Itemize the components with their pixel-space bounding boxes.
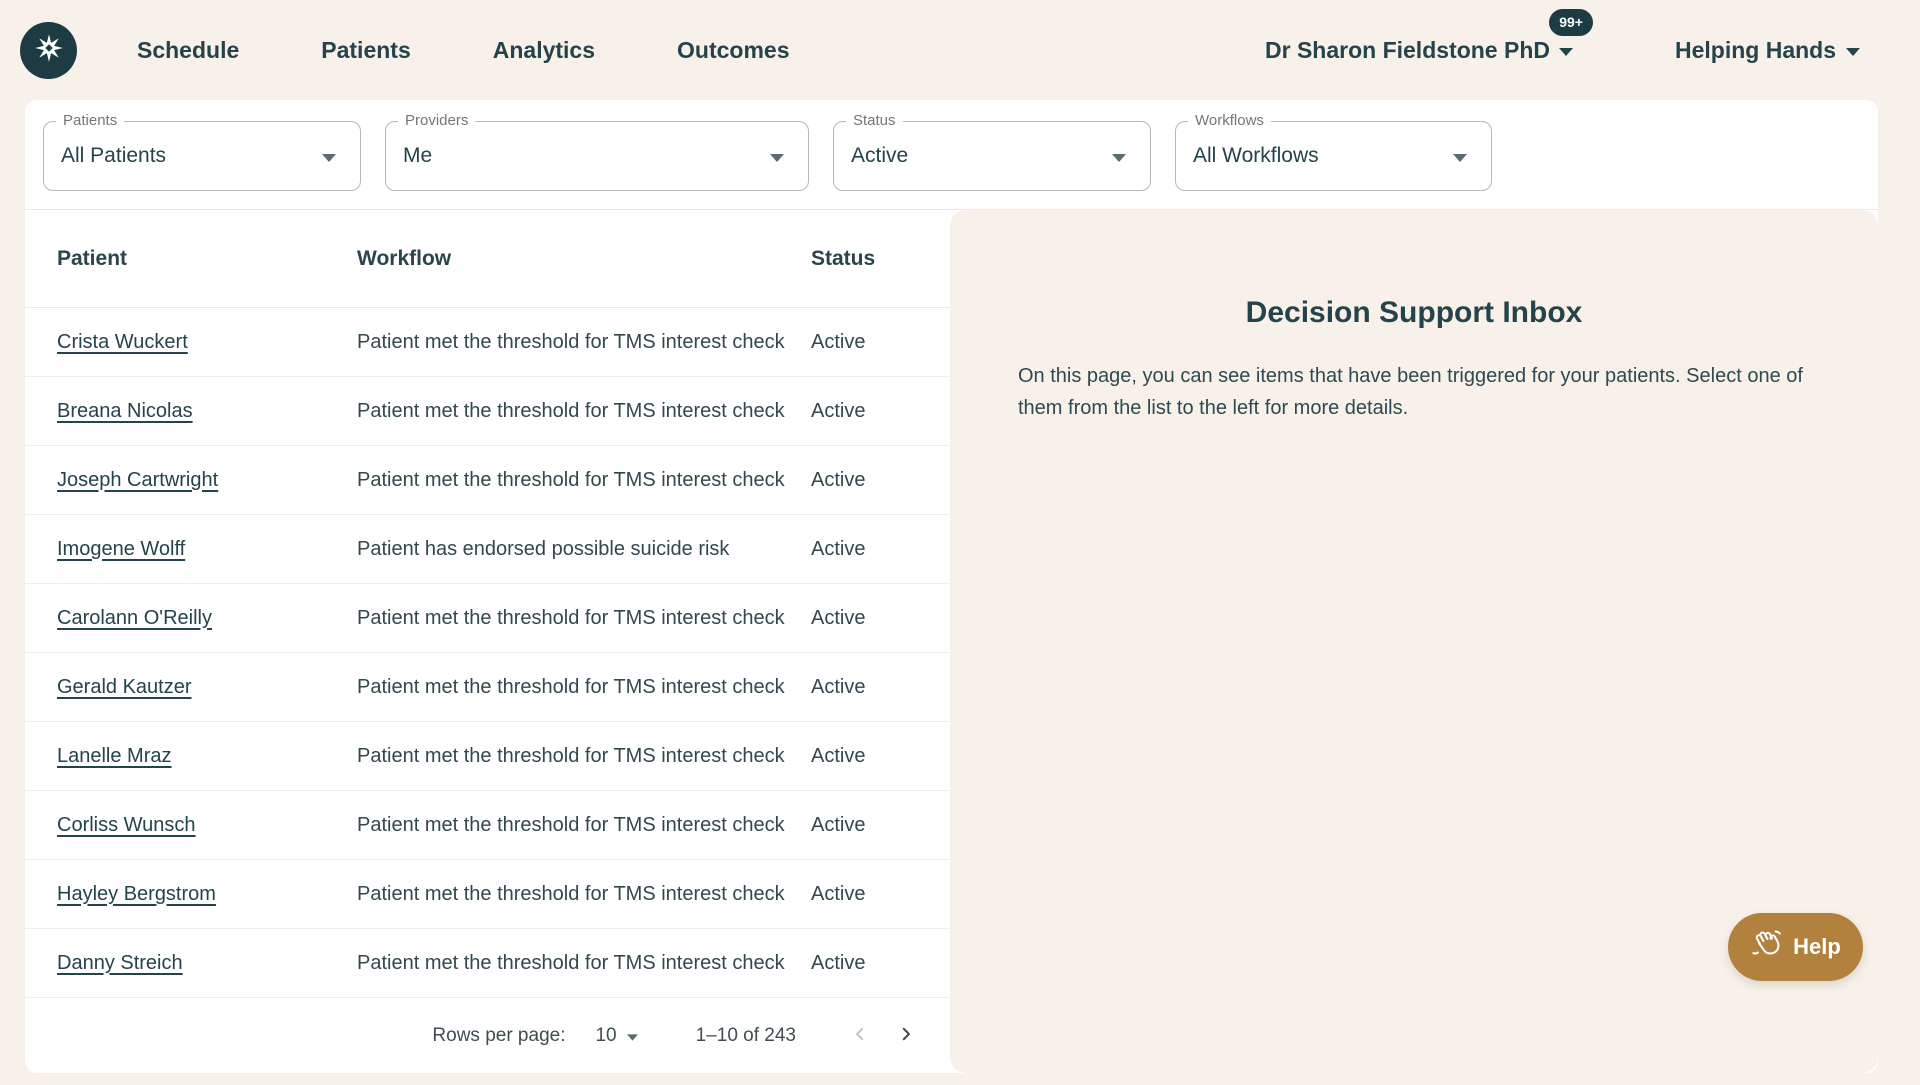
patient-link[interactable]: Lanelle Mraz <box>57 745 172 768</box>
workflows-filter-select[interactable]: Workflows All Workflows <box>1175 121 1492 191</box>
table-row[interactable]: Crista Wuckert Patient met the threshold… <box>25 308 950 377</box>
panel-description: On this page, you can see items that hav… <box>1018 360 1810 425</box>
patient-link[interactable]: Corliss Wunsch <box>57 814 196 837</box>
workflow-cell: Patient met the threshold for TMS intere… <box>357 745 811 768</box>
status-cell: Active <box>811 331 934 354</box>
app-logo[interactable] <box>20 22 77 79</box>
rows-per-page-label: Rows per page: <box>432 1025 565 1047</box>
providers-filter-value: Me <box>403 144 432 168</box>
workflows-filter-label: Workflows <box>1188 112 1271 129</box>
user-menu[interactable]: Dr Sharon Fieldstone PhD 99+ <box>1265 37 1573 64</box>
dropdown-arrow-icon <box>322 144 336 168</box>
nav-links: Schedule Patients Analytics Outcomes <box>137 37 790 64</box>
pagination-bar: Rows per page: 10 1–10 of 243 <box>25 998 950 1073</box>
table-row[interactable]: Imogene Wolff Patient has endorsed possi… <box>25 515 950 584</box>
status-filter-value: Active <box>851 144 908 168</box>
status-filter-select[interactable]: Status Active <box>833 121 1151 191</box>
table-row[interactable]: Danny Streich Patient met the threshold … <box>25 929 950 998</box>
rows-per-page-value: 10 <box>595 1025 616 1047</box>
rows-per-page-select[interactable]: 10 <box>595 1025 637 1047</box>
workflow-cell: Patient met the threshold for TMS intere… <box>357 952 811 975</box>
chevron-right-icon <box>897 1025 915 1046</box>
table-row[interactable]: Gerald Kautzer Patient met the threshold… <box>25 653 950 722</box>
workflow-cell: Patient met the threshold for TMS intere… <box>357 883 811 906</box>
patients-filter-value: All Patients <box>61 144 166 168</box>
pagination-range: 1–10 of 243 <box>696 1025 796 1047</box>
dropdown-arrow-icon <box>1112 144 1126 168</box>
waving-hand-icon <box>1750 928 1782 966</box>
dropdown-arrow-icon <box>1453 144 1467 168</box>
column-header-status: Status <box>811 247 934 271</box>
table-row[interactable]: Carolann O'Reilly Patient met the thresh… <box>25 584 950 653</box>
patient-link[interactable]: Joseph Cartwright <box>57 469 218 492</box>
previous-page-button[interactable] <box>842 1018 878 1054</box>
patient-link[interactable]: Carolann O'Reilly <box>57 607 212 630</box>
chevron-left-icon <box>851 1025 869 1046</box>
status-cell: Active <box>811 538 934 561</box>
patient-link[interactable]: Imogene Wolff <box>57 538 185 561</box>
help-button-label: Help <box>1793 934 1841 960</box>
top-nav: Schedule Patients Analytics Outcomes Dr … <box>0 0 1920 100</box>
nav-item-outcomes[interactable]: Outcomes <box>677 37 789 64</box>
patient-link[interactable]: Danny Streich <box>57 952 183 975</box>
help-button[interactable]: Help <box>1728 913 1863 981</box>
workflows-filter-value: All Workflows <box>1193 144 1319 168</box>
org-name: Helping Hands <box>1675 37 1836 64</box>
workflow-cell: Patient met the threshold for TMS intere… <box>357 331 811 354</box>
starburst-icon <box>32 31 66 70</box>
status-cell: Active <box>811 745 934 768</box>
table-header-row: Patient Workflow Status <box>25 210 950 308</box>
user-name: Dr Sharon Fieldstone PhD <box>1265 37 1550 64</box>
providers-filter-label: Providers <box>398 112 475 129</box>
patient-link[interactable]: Hayley Bergstrom <box>57 883 216 906</box>
next-page-button[interactable] <box>888 1018 924 1054</box>
column-header-patient: Patient <box>57 247 357 271</box>
nav-item-patients[interactable]: Patients <box>321 37 410 64</box>
nav-item-analytics[interactable]: Analytics <box>493 37 595 64</box>
providers-filter-select[interactable]: Providers Me <box>385 121 809 191</box>
table-body: Crista Wuckert Patient met the threshold… <box>25 308 950 998</box>
org-menu[interactable]: Helping Hands <box>1675 37 1860 64</box>
inbox-table: Patient Workflow Status Crista Wuckert P… <box>25 210 950 1073</box>
workflow-cell: Patient has endorsed possible suicide ri… <box>357 538 811 561</box>
filter-bar: Patients All Patients Providers Me Statu… <box>25 100 1878 210</box>
patients-filter-label: Patients <box>56 112 124 129</box>
workflow-cell: Patient met the threshold for TMS intere… <box>357 676 811 699</box>
status-filter-label: Status <box>846 112 903 129</box>
notification-badge: 99+ <box>1549 9 1593 36</box>
patient-link[interactable]: Gerald Kautzer <box>57 676 192 699</box>
workflow-cell: Patient met the threshold for TMS intere… <box>357 400 811 423</box>
status-cell: Active <box>811 607 934 630</box>
patient-link[interactable]: Crista Wuckert <box>57 331 188 354</box>
column-header-workflow: Workflow <box>357 247 811 271</box>
workflow-cell: Patient met the threshold for TMS intere… <box>357 607 811 630</box>
patients-filter-select[interactable]: Patients All Patients <box>43 121 361 191</box>
dropdown-arrow-icon <box>770 144 784 168</box>
status-cell: Active <box>811 400 934 423</box>
status-cell: Active <box>811 814 934 837</box>
content-card: Patients All Patients Providers Me Statu… <box>25 100 1878 1073</box>
status-cell: Active <box>811 883 934 906</box>
dropdown-arrow-icon <box>627 1025 638 1047</box>
nav-right: Dr Sharon Fieldstone PhD 99+ Helping Han… <box>1265 37 1860 64</box>
workflow-cell: Patient met the threshold for TMS intere… <box>357 469 811 492</box>
status-cell: Active <box>811 676 934 699</box>
patient-link[interactable]: Breana Nicolas <box>57 400 193 423</box>
table-row[interactable]: Lanelle Mraz Patient met the threshold f… <box>25 722 950 791</box>
nav-item-schedule[interactable]: Schedule <box>137 37 239 64</box>
chevron-down-icon <box>1559 43 1573 61</box>
table-row[interactable]: Hayley Bergstrom Patient met the thresho… <box>25 860 950 929</box>
table-row[interactable]: Joseph Cartwright Patient met the thresh… <box>25 446 950 515</box>
workflow-cell: Patient met the threshold for TMS intere… <box>357 814 811 837</box>
status-cell: Active <box>811 469 934 492</box>
table-row[interactable]: Breana Nicolas Patient met the threshold… <box>25 377 950 446</box>
chevron-down-icon <box>1846 43 1860 61</box>
status-cell: Active <box>811 952 934 975</box>
table-row[interactable]: Corliss Wunsch Patient met the threshold… <box>25 791 950 860</box>
decision-support-page: Schedule Patients Analytics Outcomes Dr … <box>0 0 1920 1085</box>
panel-title: Decision Support Inbox <box>950 296 1878 330</box>
